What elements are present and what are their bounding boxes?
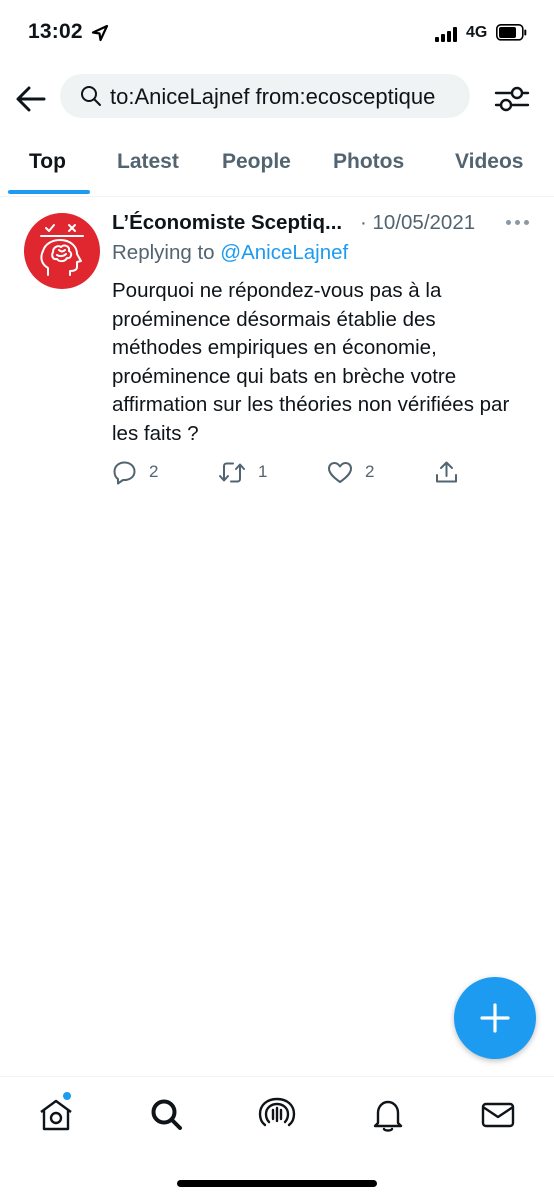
back-arrow-icon[interactable] — [14, 82, 48, 116]
nav-notifications[interactable] — [368, 1095, 408, 1135]
messages-icon — [481, 1102, 515, 1128]
tab-top[interactable]: Top — [29, 150, 66, 174]
share-button[interactable] — [434, 458, 459, 486]
home-indicator[interactable] — [177, 1180, 377, 1187]
home-badge — [62, 1091, 72, 1101]
replying-to-handle[interactable]: @AniceLajnef — [220, 241, 348, 264]
tweet-author-name[interactable]: L’Économiste Sceptiq... — [112, 211, 342, 235]
tweet-date[interactable]: · 10/05/2021 — [360, 211, 475, 235]
reply-button[interactable]: 2 — [112, 458, 158, 486]
like-count: 2 — [365, 462, 375, 481]
home-icon — [40, 1099, 72, 1131]
tab-people[interactable]: People — [222, 150, 291, 174]
brain-head-logo-icon — [40, 224, 84, 276]
search-input[interactable]: to:AniceLajnef from:ecosceptique — [60, 74, 470, 118]
location-arrow-icon — [91, 24, 109, 42]
battery-icon — [496, 24, 527, 41]
notifications-icon — [373, 1100, 403, 1132]
compose-button[interactable] — [454, 977, 536, 1059]
nav-home[interactable] — [36, 1091, 76, 1135]
nav-search[interactable] — [147, 1095, 187, 1135]
like-icon — [328, 461, 352, 483]
compose-plus-icon — [480, 1003, 510, 1033]
replying-to: Replying to @AniceLajnef — [112, 241, 348, 265]
tweet-date-value: 10/05/2021 — [372, 211, 476, 234]
avatar[interactable] — [24, 213, 100, 289]
tab-videos[interactable]: Videos — [455, 150, 523, 174]
retweet-icon — [219, 462, 245, 482]
like-button[interactable]: 2 — [327, 458, 374, 486]
tab-latest[interactable]: Latest — [117, 150, 179, 174]
tweet-text: Pourquoi ne répondez-vous pas à la proém… — [112, 279, 510, 445]
more-icon[interactable] — [506, 216, 530, 228]
search-icon — [151, 1099, 182, 1130]
network-type: 4G — [466, 24, 488, 41]
filter-sliders-icon[interactable] — [494, 82, 530, 116]
reply-icon — [113, 461, 136, 484]
share-icon — [436, 461, 457, 482]
retweet-count: 1 — [258, 462, 268, 481]
search-query[interactable]: to:AniceLajnef from:ecosceptique — [110, 84, 460, 110]
tab-photos[interactable]: Photos — [333, 150, 404, 174]
retweet-button[interactable]: 1 — [218, 458, 267, 486]
nav-messages[interactable] — [478, 1095, 518, 1135]
replying-to-label: Replying to — [112, 241, 215, 264]
status-time: 13:02 — [28, 20, 83, 43]
nav-spaces[interactable] — [257, 1095, 297, 1135]
reply-count: 2 — [149, 462, 159, 481]
status-bar: 13:02 4G — [0, 0, 554, 70]
spaces-icon — [258, 1097, 296, 1127]
tweet-date-separator: · — [360, 211, 367, 234]
search-icon — [81, 86, 101, 106]
signal-bars-icon — [435, 27, 459, 42]
search-tabs: Top Latest People Photos Videos — [0, 138, 554, 197]
active-tab-indicator — [8, 190, 90, 194]
